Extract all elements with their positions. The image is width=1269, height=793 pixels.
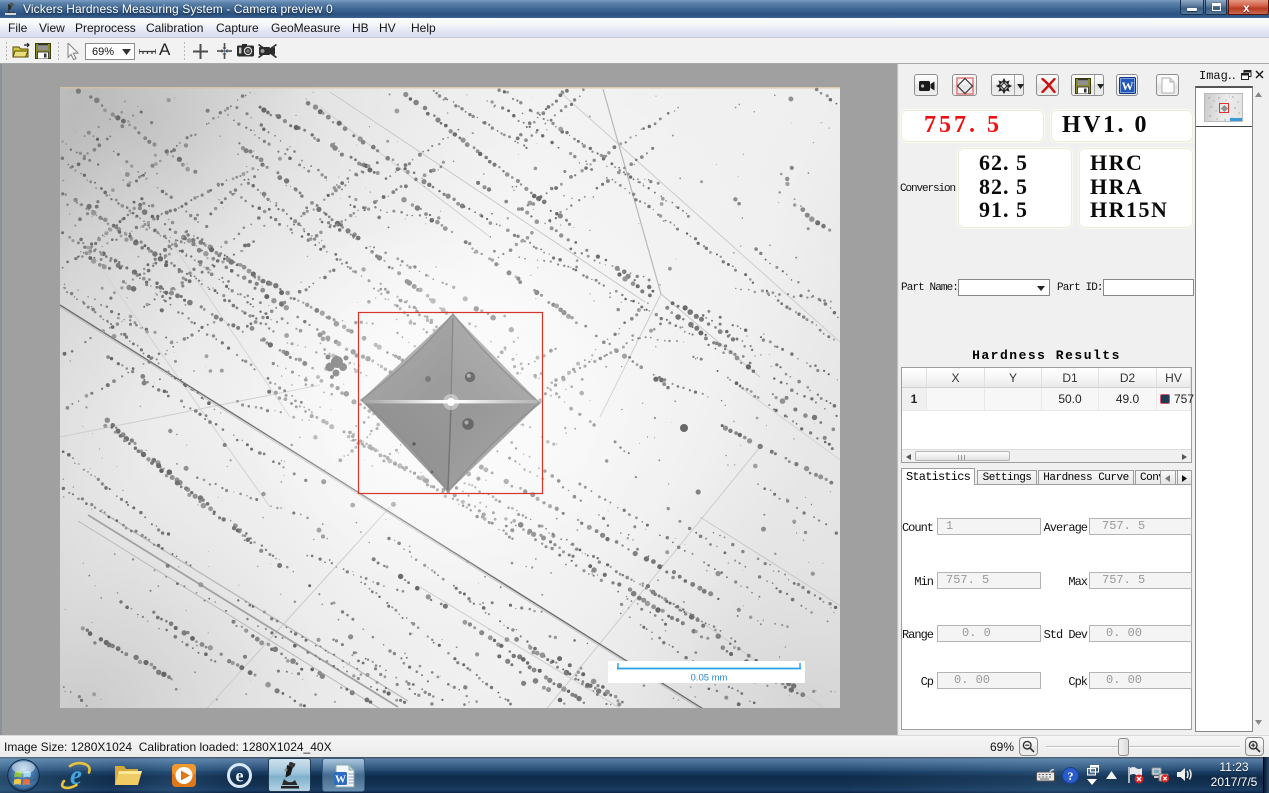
svg-text:?: ? (1068, 769, 1074, 783)
svg-text:e: e (236, 766, 244, 786)
svg-text:0.05 mm: 0.05 mm (691, 673, 728, 684)
svg-text:W: W (1122, 79, 1134, 93)
svg-text:W: W (335, 774, 346, 786)
